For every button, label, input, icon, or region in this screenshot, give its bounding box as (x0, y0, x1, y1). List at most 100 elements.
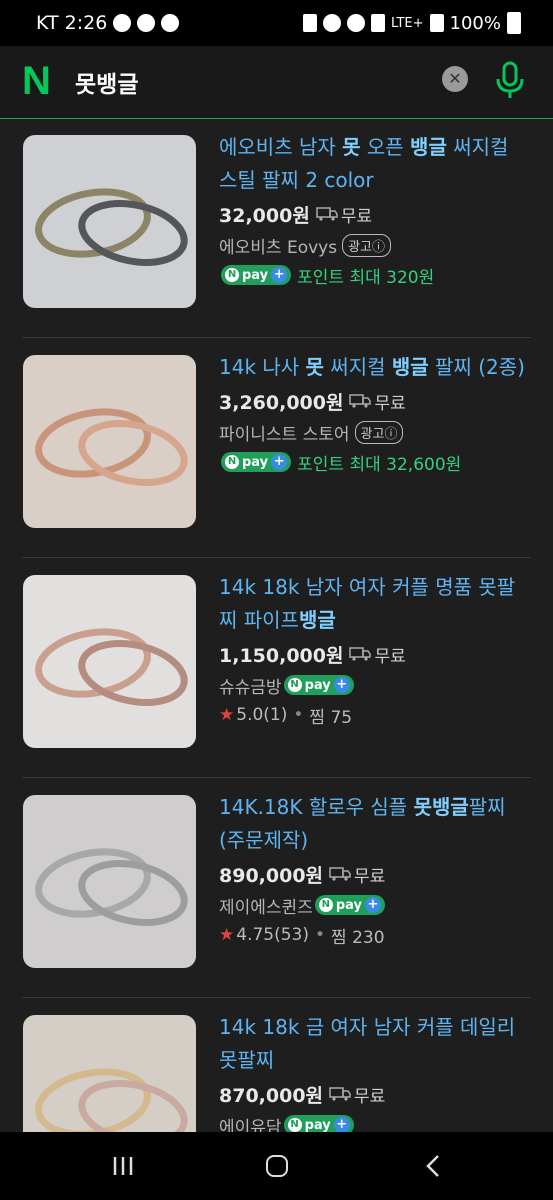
clear-icon[interactable]: ✕ (442, 66, 468, 92)
chat-bubble-icon (137, 14, 156, 32)
plus-icon: + (271, 267, 288, 283)
hd-icon (371, 14, 386, 32)
product-price: 870,000원 (219, 1084, 324, 1107)
lock-icon (303, 14, 318, 32)
plus-icon: + (365, 897, 381, 913)
npay-badge: Npay + (283, 1115, 354, 1133)
recent-apps-icon[interactable] (112, 1156, 134, 1176)
product-title[interactable]: 14k 18k 금 여자 남자 커플 데일리 못팔찌 (219, 1011, 529, 1077)
signal-icon (429, 14, 444, 32)
shipping-label: 무료 (340, 206, 373, 227)
seller-name[interactable]: 슈슈금방 (219, 673, 282, 698)
title-fragment: 에오비츠 남자 (219, 135, 343, 159)
npay-badge: Npay + (221, 265, 292, 285)
product-thumbnail[interactable] (23, 355, 196, 528)
microphone-icon[interactable] (493, 60, 527, 100)
title-fragment: 14k 18k 남자 여자 커플 명품 못팔찌 파이프 (219, 575, 516, 632)
naver-n-icon: N (225, 455, 239, 469)
wish-count: 찜 230 (331, 927, 385, 948)
product-price: 32,000원 (219, 204, 310, 227)
npay-label: pay (304, 1117, 331, 1133)
title-fragment: 14k 나사 (219, 355, 306, 379)
results-list: 에오비츠 남자 못 오픈 뱅글 써지컬 스틸 팔찌 2 color 32,000… (0, 118, 553, 1132)
title-fragment: 뱅글 (391, 355, 429, 379)
star-icon: ★ (219, 705, 235, 725)
separator-dot: • (293, 705, 304, 725)
plus-icon: + (333, 1117, 350, 1132)
shipping-label: 무료 (354, 1086, 386, 1107)
title-fragment: 써지컬 (323, 355, 392, 379)
naver-n-icon: N (318, 898, 333, 912)
battery-label: 100% (449, 12, 501, 34)
product-item[interactable]: 14k 나사 못 써지컬 뱅글 팔찌 (2종) 3,260,000원 무료 파이… (0, 338, 553, 558)
search-input[interactable]: 못뱅글 (75, 65, 138, 99)
points-label: 포인트 최대 32,600원 (297, 454, 462, 475)
product-item[interactable]: 14k 18k 금 여자 남자 커플 데일리 못팔찌 870,000원 무료 에… (0, 998, 553, 1132)
minus-circle-icon (113, 14, 132, 32)
truck-icon (329, 867, 351, 881)
cloud-icon (161, 14, 180, 32)
shipping-label: 무료 (374, 393, 406, 414)
title-fragment: 뱅글 (298, 608, 336, 632)
truck-icon (316, 207, 338, 221)
wish-count: 찜 75 (309, 707, 353, 728)
truck-icon (329, 1087, 351, 1101)
home-icon[interactable] (266, 1155, 288, 1177)
star-icon: ★ (219, 925, 235, 945)
title-fragment: 팔찌 (2종) (428, 355, 525, 379)
npay-label: pay (242, 267, 269, 283)
product-item[interactable]: 14K.18K 할로우 심플 못뱅글팔찌(주문제작) 890,000원 무료 제… (0, 778, 553, 998)
battery-icon (507, 12, 521, 34)
product-thumbnail[interactable] (23, 1015, 196, 1132)
network-label: LTE+ (391, 15, 424, 31)
product-item[interactable]: 에오비츠 남자 못 오픈 뱅글 써지컬 스틸 팔찌 2 color 32,000… (0, 118, 553, 338)
plus-icon: + (271, 454, 288, 470)
naver-n-icon: N (287, 1118, 302, 1132)
rating-value: 5.0(1) (236, 705, 288, 725)
product-thumbnail[interactable] (23, 575, 196, 748)
product-thumbnail[interactable] (23, 135, 196, 308)
title-fragment: 뱅글 (410, 135, 447, 159)
points-label: 포인트 최대 320원 (297, 267, 435, 288)
naver-n-icon: N (225, 268, 239, 282)
title-fragment: 오픈 (360, 135, 411, 159)
npay-label: pay (304, 677, 331, 693)
naver-n-icon: N (287, 678, 302, 692)
mute-icon (347, 14, 366, 32)
npay-badge: Npay + (314, 895, 385, 915)
product-title[interactable]: 에오비츠 남자 못 오픈 뱅글 써지컬 스틸 팔찌 2 color (219, 131, 529, 197)
product-title[interactable]: 14k 나사 못 써지컬 뱅글 팔찌 (2종) (219, 351, 529, 384)
shipping-label: 무료 (354, 866, 386, 887)
truck-icon (349, 647, 372, 661)
navigation-bar (0, 1132, 553, 1200)
ad-badge[interactable]: 광고ⓘ (354, 420, 404, 444)
npay-label: pay (242, 454, 269, 470)
title-fragment: 14K.18K 할로우 심플 (219, 795, 414, 819)
product-price: 890,000원 (219, 864, 324, 887)
product-price: 3,260,000원 (219, 391, 344, 414)
npay-badge: Npay + (221, 452, 292, 472)
title-fragment: 못뱅글 (413, 795, 469, 819)
shipping-label: 무료 (374, 646, 406, 667)
seller-name[interactable]: 에이유담 (219, 1113, 282, 1133)
alarm-icon (323, 14, 342, 32)
carrier-time: KT 2:26 (36, 12, 108, 34)
separator-dot: • (315, 925, 326, 945)
title-fragment: 못 (342, 135, 361, 159)
search-bar: N 못뱅글 ✕ (0, 46, 553, 119)
back-icon[interactable] (424, 1154, 442, 1178)
product-title[interactable]: 14K.18K 할로우 심플 못뱅글팔찌(주문제작) (219, 791, 529, 857)
plus-icon: + (333, 677, 350, 693)
seller-name[interactable]: 제이에스퀸즈 (219, 893, 313, 918)
seller-name[interactable]: 에오비츠 Eovys (219, 233, 337, 258)
rating-value: 4.75(53) (236, 925, 309, 945)
naver-logo[interactable]: N (22, 61, 58, 101)
ad-badge[interactable]: 광고ⓘ (342, 233, 392, 257)
product-price: 1,150,000원 (219, 644, 344, 667)
npay-badge: Npay + (283, 675, 354, 695)
product-title[interactable]: 14k 18k 남자 여자 커플 명품 못팔찌 파이프뱅글 (219, 571, 529, 637)
product-thumbnail[interactable] (23, 795, 196, 968)
seller-name[interactable]: 파이니스트 스토어 (219, 420, 350, 445)
truck-icon (349, 394, 372, 408)
product-item[interactable]: 14k 18k 남자 여자 커플 명품 못팔찌 파이프뱅글 1,150,000원… (0, 558, 553, 778)
